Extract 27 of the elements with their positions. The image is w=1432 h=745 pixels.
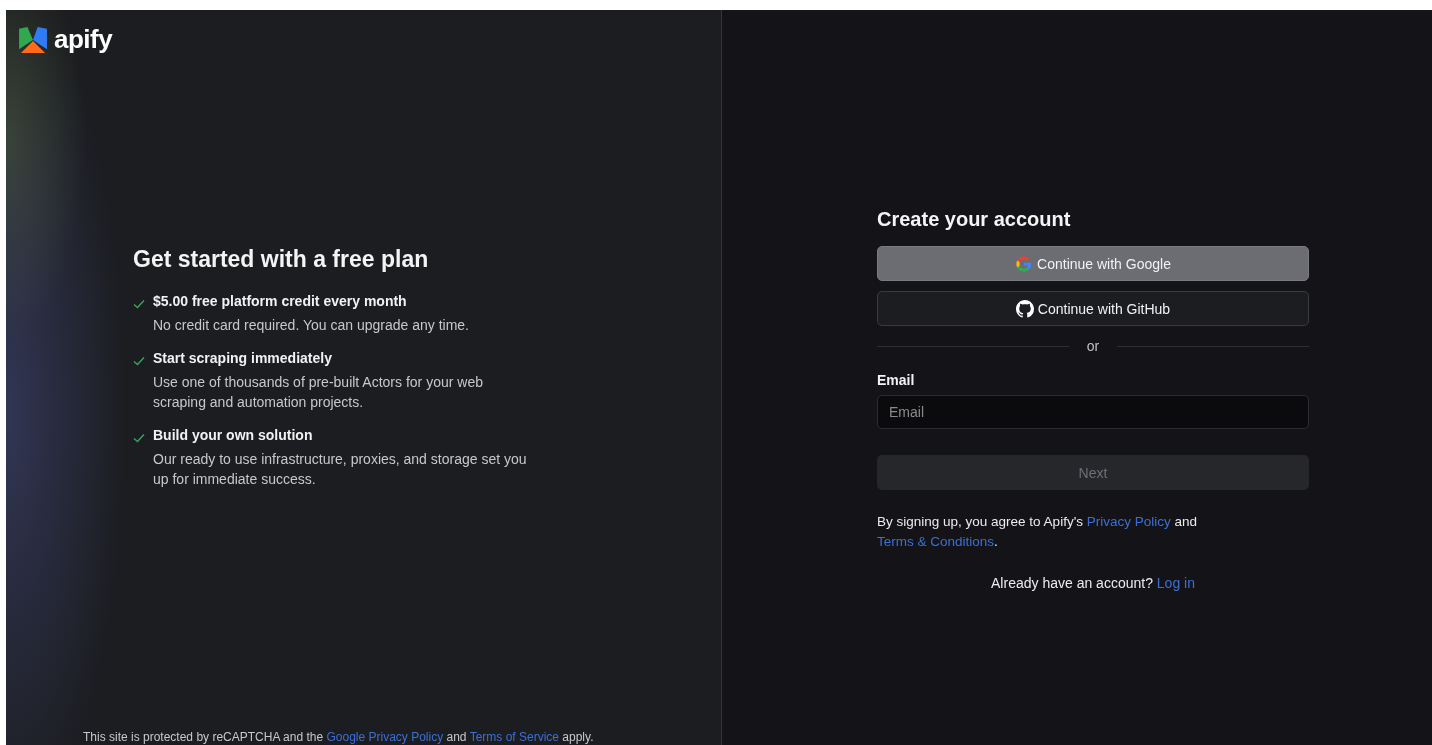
feature-title: Build your own solution [153,427,314,443]
policy-link[interactable]: Google Privacy Policy [326,730,444,744]
login-link[interactable]: Log in [1156,575,1195,591]
google-signin-button[interactable]: Continue with Google [877,246,1309,281]
google-icon [1015,254,1034,273]
logo-icon [19,26,47,53]
feature-title: $5.00 free platform credit every month [153,293,408,309]
feature-description: Our ready to use infrastructure, proxies, and storage set you up for immediate success. [153,450,528,489]
form-title: Create your account [877,208,1072,231]
email-field[interactable]: Email [877,395,1309,429]
terms-text: By signing up, you agree to Apify's Privacy Policy and Terms & Conditions. [877,513,1199,551]
github-signin-button[interactable]: Continue with GitHub [877,291,1309,326]
policy-link[interactable]: Terms of Service [469,730,559,744]
check-icon [133,356,145,366]
check-icon [133,433,145,443]
email-label: Email [877,372,916,388]
feature-description: Use one of thousands of pre-built Actors for your web scraping and automation projects. [153,373,484,412]
logo-text: apify [54,24,113,55]
intro-heading: Get started with a free plan [133,246,430,273]
terms-link[interactable]: Privacy Policy [1086,514,1171,529]
recaptcha-notice: This site is protected by reCAPTCHA and the Google Privacy Policy and Terms of Service apply. [83,729,595,745]
login-prompt: Already have an account? Log in [990,575,1196,591]
check-icon [133,299,145,309]
separator-text: or [1086,338,1100,354]
github-icon [1015,299,1034,318]
feature-description: No credit card required. You can upgrade any time. [153,316,470,335]
feature-title: Start scraping immediately [153,350,333,366]
